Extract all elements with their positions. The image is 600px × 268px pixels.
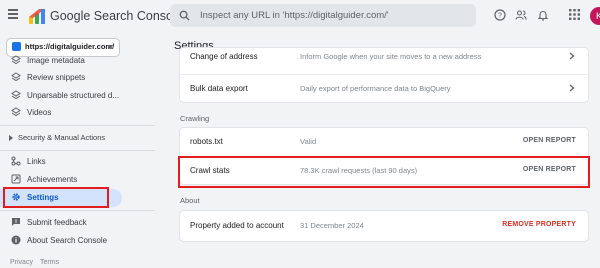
terms-link[interactable]: Terms — [40, 259, 59, 266]
sidebar-item-review-snippets[interactable]: Review snippets — [0, 69, 122, 87]
setting-row-change-of-address[interactable]: Change of address Inform Google when you… — [180, 47, 588, 74]
avatar[interactable]: K — [590, 7, 600, 25]
info-icon — [11, 235, 21, 245]
notifications-icon[interactable] — [537, 9, 549, 21]
sidebar-item-label: About Search Console — [27, 236, 108, 245]
layers-icon — [11, 72, 21, 82]
apps-grid-icon[interactable] — [569, 9, 580, 20]
layers-icon — [11, 90, 21, 100]
setting-row-property-added: Property added to account 31 December 20… — [180, 211, 588, 241]
setting-name: Change of address — [190, 52, 258, 61]
search-icon — [179, 10, 190, 21]
svg-text:?: ? — [498, 13, 502, 20]
chevron-right-icon[interactable] — [569, 52, 575, 60]
sidebar-item-label: Review snippets — [27, 73, 86, 82]
sidebar-item-videos[interactable]: Videos — [0, 104, 122, 122]
section-title-crawling: Crawling — [180, 114, 210, 123]
highlight-box-crawl-stats — [178, 156, 590, 188]
top-bar: Google Search Console ? K — [0, 0, 600, 32]
chevron-down-icon — [107, 45, 113, 49]
property-label: https://digitalguider.com/ — [25, 42, 115, 51]
setting-row-robots-txt[interactable]: robots.txt Valid OPEN REPORT — [180, 128, 588, 155]
help-icon[interactable]: ? — [494, 9, 506, 21]
app-title: Google Search Console — [50, 9, 183, 23]
sidebar-item-label: Links — [27, 157, 46, 166]
menu-icon[interactable] — [8, 9, 18, 21]
sidebar-item-image-metadata[interactable]: Image metadata — [0, 52, 122, 70]
layers-icon — [11, 55, 21, 65]
sidebar-item-label: Achievements — [27, 175, 78, 184]
search-input[interactable] — [200, 4, 470, 27]
setting-description: Inform Google when your site moves to a … — [300, 52, 482, 61]
sidebar-item-label: Videos — [27, 108, 52, 117]
sidebar-item-links[interactable]: Links — [0, 153, 122, 171]
achievements-icon — [11, 174, 21, 184]
sidebar-divider — [0, 210, 155, 211]
users-icon[interactable] — [515, 9, 527, 21]
chevron-right-icon[interactable] — [569, 84, 575, 92]
about-card: Property added to account 31 December 20… — [180, 211, 588, 241]
sidebar-item-submit-feedback[interactable]: Submit feedback — [0, 214, 122, 232]
setting-description: Daily export of performance data to BigQ… — [300, 84, 451, 93]
setting-description: Valid — [300, 137, 317, 146]
setting-row-bulk-data-export[interactable]: Bulk data export Daily export of perform… — [180, 74, 588, 103]
sidebar-item-unparsable-structured-data[interactable]: Unparsable structured d... — [0, 87, 122, 105]
highlight-box-settings — [3, 187, 109, 208]
open-report-button[interactable]: OPEN REPORT — [523, 137, 576, 144]
sidebar-item-label: Submit feedback — [27, 218, 87, 227]
remove-property-button[interactable]: REMOVE PROPERTY — [502, 221, 576, 228]
section-title-about: About — [180, 196, 200, 205]
property-icon — [12, 42, 21, 51]
setting-name: Bulk data export — [190, 84, 248, 93]
setting-name: robots.txt — [190, 137, 223, 146]
links-icon — [11, 156, 21, 166]
setting-description: 31 December 2024 — [300, 221, 364, 230]
sidebar-item-label: Image metadata — [27, 56, 85, 65]
sidebar-item-about[interactable]: About Search Console — [0, 232, 122, 250]
privacy-link[interactable]: Privacy — [10, 259, 33, 266]
url-inspection-search[interactable] — [170, 4, 476, 27]
chevron-right-icon — [9, 135, 13, 141]
search-console-logo — [29, 9, 45, 24]
section-label: Security & Manual Actions — [18, 133, 106, 142]
feedback-icon — [12, 218, 20, 226]
sidebar-divider — [0, 125, 155, 126]
sidebar-item-label: Unparsable structured d... — [27, 91, 120, 100]
general-settings-card: Change of address Inform Google when you… — [180, 48, 588, 102]
section-security-manual-actions[interactable]: Security & Manual Actions — [0, 129, 140, 147]
layers-icon — [11, 107, 21, 117]
setting-name: Property added to account — [190, 221, 284, 230]
sidebar-divider — [0, 150, 155, 151]
